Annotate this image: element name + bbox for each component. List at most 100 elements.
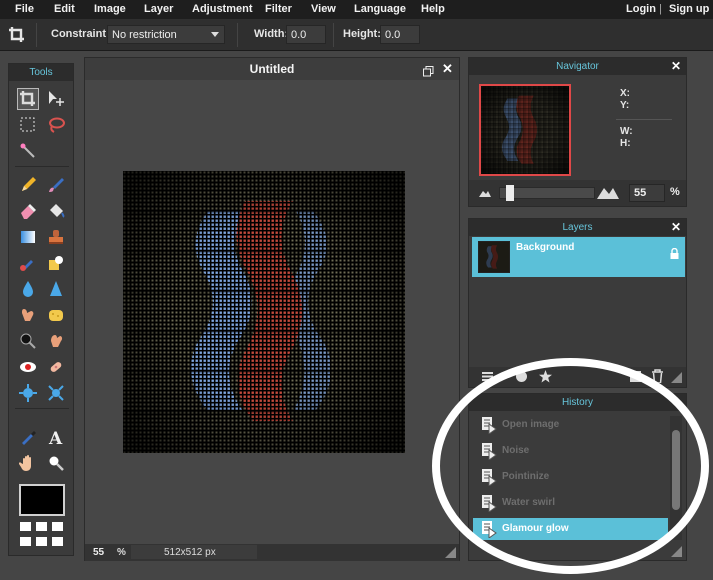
history-scrollbar[interactable] [670, 416, 682, 540]
close-icon[interactable]: ✕ [671, 220, 681, 234]
menu-edit[interactable]: Edit [54, 3, 75, 15]
layer-mask-icon[interactable] [515, 370, 528, 383]
sharpen-tool[interactable] [45, 278, 67, 300]
nav-x-label: X: [620, 88, 630, 99]
signup-link[interactable]: Sign up [669, 3, 709, 15]
layer-row[interactable]: Background [472, 237, 685, 277]
image-canvas[interactable] [123, 171, 405, 453]
bloat-icon [19, 384, 37, 402]
new-layer-icon[interactable] [629, 370, 642, 383]
history-label: Noise [502, 445, 530, 456]
zoom-tool[interactable] [45, 452, 67, 474]
navigator-title: Navigator [469, 58, 686, 75]
burn-icon [51, 335, 63, 347]
color-replace-tool[interactable] [17, 252, 39, 274]
document-window: Untitled ✕ 55 % 512x512 px [84, 57, 460, 561]
resize-grip-icon[interactable] [671, 546, 682, 557]
menu-view[interactable]: View [311, 3, 336, 15]
brush-tool[interactable] [45, 174, 67, 196]
brush-icon [49, 178, 64, 192]
sponge-tool[interactable] [45, 304, 67, 326]
menu-filter[interactable]: Filter [265, 3, 292, 15]
sharpen-icon [50, 281, 62, 296]
color-replace-icon [20, 260, 33, 271]
pinch-tool[interactable] [45, 382, 67, 404]
sponge-icon [49, 310, 63, 321]
width-field[interactable]: 0.0 [286, 25, 326, 44]
smudge-tool[interactable] [17, 304, 39, 326]
menu-adjustment[interactable]: Adjustment [192, 3, 253, 15]
zoom-slider-thumb[interactable] [506, 185, 514, 201]
layer-settings-icon[interactable] [481, 370, 494, 383]
history-label: Glamour glow [502, 523, 569, 534]
magic-wand-tool[interactable] [17, 140, 39, 162]
menu-bar: File Edit Image Layer Adjustment Filter … [0, 0, 713, 19]
history-item[interactable]: Noise [473, 440, 668, 462]
resize-grip-icon[interactable] [445, 547, 456, 558]
crop-tool-icon [8, 26, 26, 49]
grid-view-icon[interactable] [20, 522, 64, 548]
eraser-tool[interactable] [17, 200, 39, 222]
menu-language[interactable]: Language [354, 3, 406, 15]
marquee-tool[interactable] [17, 114, 39, 136]
spot-heal-tool[interactable] [45, 356, 67, 378]
history-title: History [469, 394, 686, 411]
login-link[interactable]: Login [626, 3, 656, 15]
constraint-select[interactable]: No restriction [107, 25, 225, 44]
tools-panel: Tools A [8, 63, 74, 556]
trash-icon[interactable] [651, 369, 664, 383]
height-label: Height: [343, 28, 381, 40]
history-item[interactable]: Open image [473, 414, 668, 436]
bucket-tool[interactable] [45, 200, 67, 222]
navigator-panel: Navigator ✕ X: Y: W: H: 55 % [468, 57, 687, 207]
nav-divider [616, 119, 672, 120]
nav-zoom-unit: % [670, 186, 680, 198]
primary-color-swatch[interactable] [19, 484, 65, 516]
drawing-tool[interactable] [45, 252, 67, 274]
menu-image[interactable]: Image [94, 3, 126, 15]
dodge-icon [20, 333, 36, 349]
red-eye-icon [20, 362, 36, 372]
history-item[interactable]: Pointinize [473, 466, 668, 488]
eraser-icon [21, 204, 36, 219]
history-scroll-thumb[interactable] [672, 430, 680, 510]
nav-zoom-field[interactable]: 55 [629, 184, 665, 202]
burn-tool[interactable] [45, 330, 67, 352]
color-picker-tool[interactable] [17, 426, 39, 448]
magic-wand-icon [20, 143, 35, 158]
options-divider [237, 23, 238, 47]
red-eye-tool[interactable] [17, 356, 39, 378]
layer-preview [479, 242, 509, 272]
navigator-thumbnail[interactable] [479, 84, 571, 176]
resize-grip-icon[interactable] [671, 372, 682, 383]
bucket-icon [50, 204, 65, 218]
history-label: Open image [502, 419, 560, 430]
menu-file[interactable]: File [15, 3, 34, 15]
navigator-footer: 55 % [469, 180, 686, 206]
menu-layer[interactable]: Layer [144, 3, 173, 15]
history-item-active[interactable]: Glamour glow [473, 518, 668, 540]
document-status-bar: 55 % 512x512 px [85, 544, 459, 561]
clone-stamp-tool[interactable] [45, 226, 67, 248]
nav-h-label: H: [620, 138, 631, 149]
pencil-tool[interactable] [17, 174, 39, 196]
dodge-tool[interactable] [17, 330, 39, 352]
hand-tool[interactable] [17, 452, 39, 474]
zoom-value[interactable]: 55 [93, 547, 104, 558]
lasso-tool[interactable] [45, 114, 67, 136]
layer-fx-icon[interactable] [539, 370, 552, 383]
close-icon[interactable]: ✕ [671, 59, 681, 73]
marquee-icon [20, 117, 35, 132]
crop-tool[interactable] [17, 88, 39, 110]
type-tool[interactable]: A [45, 426, 67, 448]
menu-help[interactable]: Help [421, 3, 445, 15]
history-item[interactable]: Water swirl [473, 492, 668, 514]
height-field[interactable]: 0.0 [380, 25, 420, 44]
move-tool[interactable] [45, 88, 67, 110]
gradient-tool[interactable] [17, 226, 39, 248]
tools-title: Tools [9, 64, 73, 81]
blur-tool[interactable] [17, 278, 39, 300]
close-icon[interactable]: ✕ [442, 61, 453, 77]
bloat-tool[interactable] [17, 382, 39, 404]
canvas-area[interactable] [85, 80, 459, 544]
